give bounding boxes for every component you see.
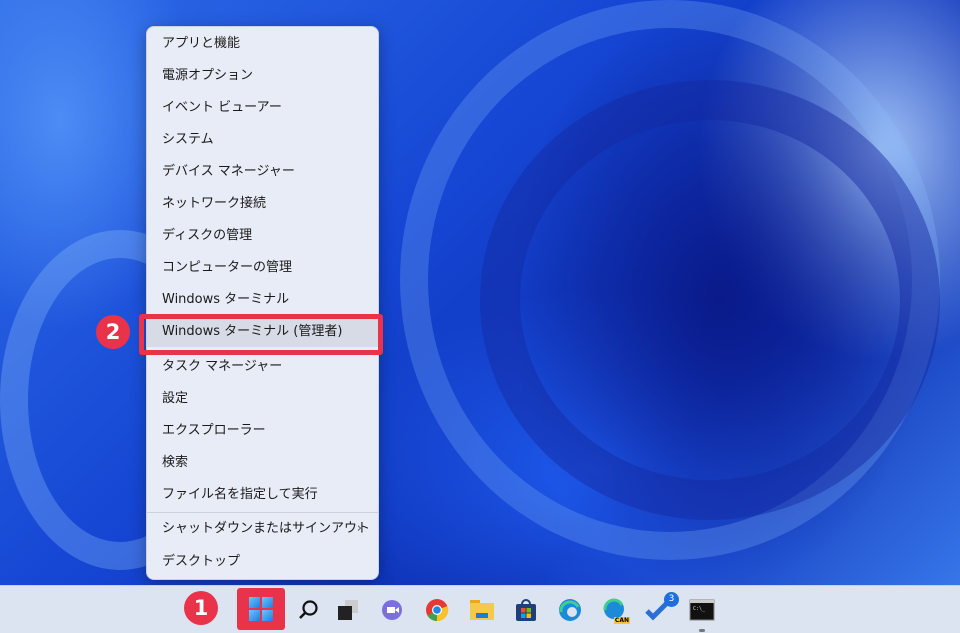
chevron-right-icon: ›	[356, 521, 362, 536]
wallpaper-swirl	[480, 80, 940, 520]
menu-item-apps-features[interactable]: アプリと機能	[147, 29, 378, 59]
taskbar: CAN 3 C:\_	[0, 585, 960, 633]
menu-item-windows-terminal[interactable]: Windows ターミナル	[147, 285, 378, 315]
menu-item-event-viewer[interactable]: イベント ビューアー	[147, 93, 378, 123]
chat-icon[interactable]	[376, 594, 408, 626]
menu-item-explorer[interactable]: エクスプローラー	[147, 416, 378, 446]
menu-item-device-manager[interactable]: デバイス マネージャー	[147, 157, 378, 187]
menu-separator	[147, 512, 378, 513]
running-indicator	[699, 629, 705, 632]
menu-item-shutdown-signout[interactable]: シャットダウンまたはサインアウト ›	[147, 514, 378, 544]
start-button[interactable]	[237, 588, 285, 630]
menu-item-task-manager[interactable]: タスク マネージャー	[147, 352, 378, 382]
edge-canary-icon[interactable]: CAN	[598, 594, 630, 626]
file-explorer-icon[interactable]	[466, 594, 498, 626]
menu-item-disk-management[interactable]: ディスクの管理	[147, 221, 378, 251]
terminal-icon[interactable]: C:\_	[686, 594, 718, 632]
menu-item-desktop[interactable]: デスクトップ	[147, 547, 378, 577]
menu-item-label: シャットダウンまたはサインアウト	[162, 521, 371, 536]
menu-item-network-connections[interactable]: ネットワーク接続	[147, 189, 378, 219]
todo-icon[interactable]: 3	[641, 592, 679, 626]
search-icon[interactable]	[292, 594, 324, 626]
highlight-box	[139, 314, 383, 355]
step-1-badge: 1	[184, 591, 218, 625]
menu-item-system[interactable]: システム	[147, 125, 378, 155]
svg-text:C:\_: C:\_	[693, 606, 706, 612]
store-icon[interactable]	[510, 594, 542, 626]
menu-item-run[interactable]: ファイル名を指定して実行	[147, 480, 378, 510]
menu-item-computer-management[interactable]: コンピューターの管理	[147, 253, 378, 283]
menu-item-settings[interactable]: 設定	[147, 384, 378, 414]
canary-label: CAN	[613, 617, 630, 624]
step-2-badge: 2	[96, 315, 130, 349]
task-view-icon[interactable]	[332, 594, 364, 626]
chrome-icon[interactable]	[421, 594, 453, 626]
menu-item-search[interactable]: 検索	[147, 448, 378, 478]
windows-logo-icon	[249, 597, 273, 621]
todo-badge: 3	[664, 592, 679, 607]
edge-icon[interactable]	[554, 594, 586, 626]
quick-link-menu: アプリと機能 電源オプション イベント ビューアー システム デバイス マネージ…	[146, 26, 379, 580]
menu-item-power-options[interactable]: 電源オプション	[147, 61, 378, 91]
